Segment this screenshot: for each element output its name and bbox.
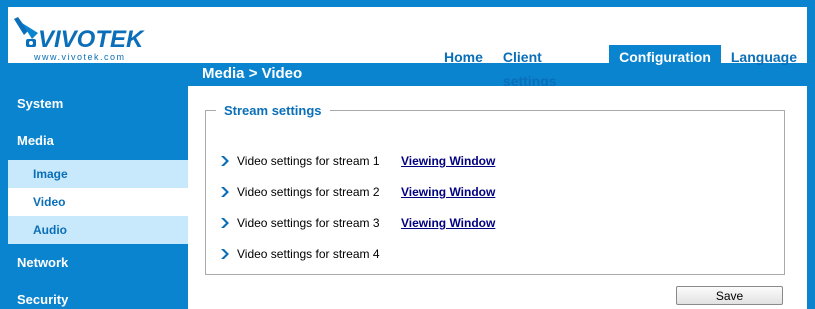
sidebar-subitem-audio[interactable]: Audio — [8, 216, 188, 244]
sidebar-item-security[interactable]: Security — [8, 292, 188, 307]
breadcrumb-section: Media — [202, 65, 245, 82]
page-title-bar: Media > Video — [188, 63, 807, 85]
stream-row-2: Video settings for stream 2 Viewing Wind… — [220, 183, 760, 201]
svg-text:VIVOTEK: VIVOTEK — [38, 26, 145, 53]
arrow-bullet-icon — [221, 218, 229, 228]
sidebar-item-system[interactable]: System — [8, 96, 188, 111]
arrow-bullet-icon — [221, 187, 229, 197]
stream-label: Video settings for stream 1 — [237, 154, 380, 168]
svg-text:www.vivotek.com: www.vivotek.com — [33, 52, 126, 62]
page-title: Media > Video — [202, 63, 302, 85]
arrow-bullet-icon — [221, 249, 229, 259]
sidebar-item-network[interactable]: Network — [8, 255, 188, 270]
sidebar: System Media Image Video Audio Network S… — [8, 86, 188, 309]
viewing-window-link-2[interactable]: Viewing Window — [401, 183, 495, 201]
stream-settings-legend: Stream settings — [224, 103, 322, 118]
viewing-window-link-3[interactable]: Viewing Window — [401, 214, 495, 232]
stream-label: Video settings for stream 4 — [237, 247, 380, 261]
main-content: Stream settings Video settings for strea… — [188, 86, 807, 309]
save-button[interactable]: Save — [676, 286, 783, 305]
stream-label: Video settings for stream 3 — [237, 216, 380, 230]
stream-label: Video settings for stream 2 — [237, 185, 380, 199]
breadcrumb-page: > Video — [248, 65, 303, 82]
sidebar-subitem-image[interactable]: Image — [8, 160, 188, 188]
stream-row-3: Video settings for stream 3 Viewing Wind… — [220, 214, 760, 232]
arrow-bullet-icon — [221, 156, 229, 166]
viewing-window-link-1[interactable]: Viewing Window — [401, 152, 495, 170]
stream-settings-group: Stream settings Video settings for strea… — [205, 103, 785, 275]
vivotek-logo: VIVOTEK www.vivotek.com — [14, 17, 145, 62]
header: VIVOTEK www.vivotek.com Home Client sett… — [8, 7, 807, 89]
stream-row-4: Video settings for stream 4 — [220, 245, 760, 263]
stream-row-1: Video settings for stream 1 Viewing Wind… — [220, 152, 760, 170]
sidebar-subitem-video[interactable]: Video — [8, 188, 188, 216]
sidebar-item-media[interactable]: Media — [8, 133, 188, 148]
